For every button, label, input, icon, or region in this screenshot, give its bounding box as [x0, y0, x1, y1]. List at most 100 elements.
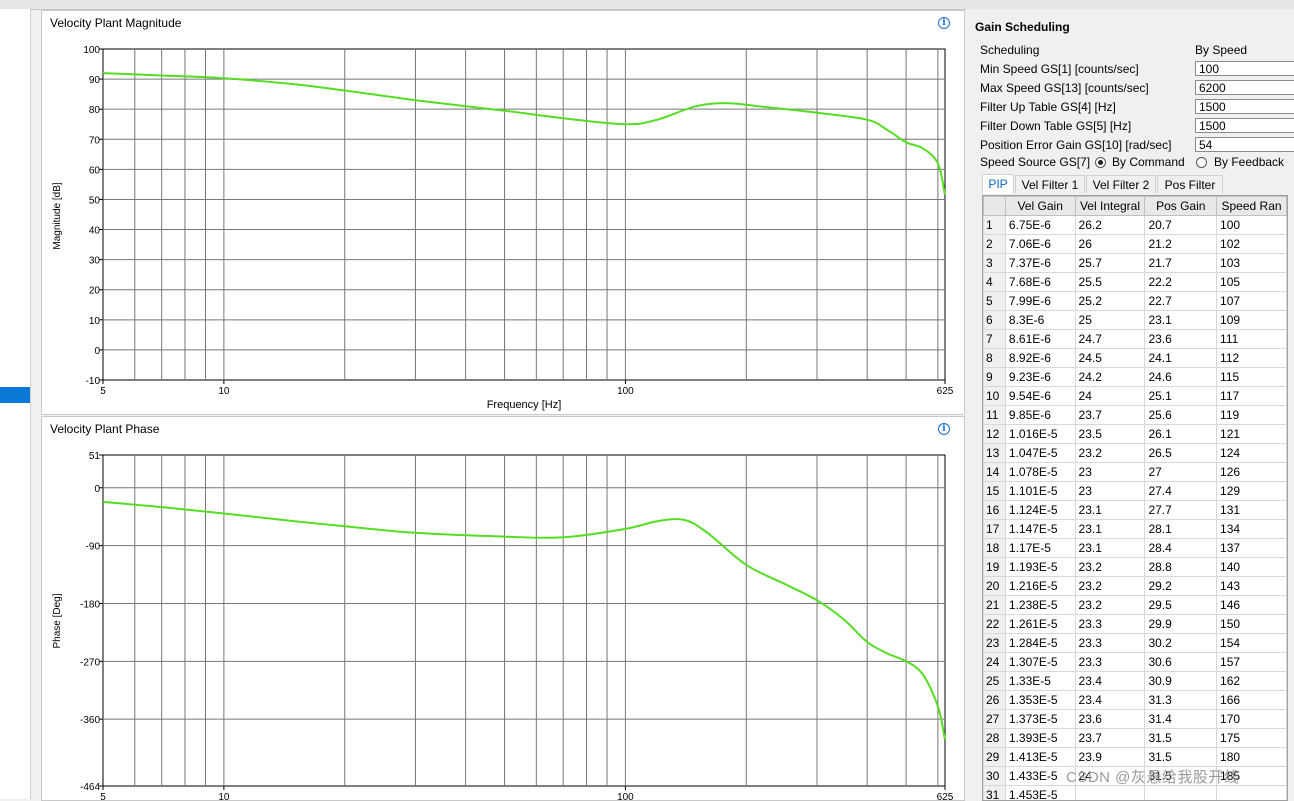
table-cell[interactable]: 23.6 — [1145, 330, 1217, 349]
table-cell[interactable]: 146 — [1217, 596, 1287, 615]
table-cell[interactable]: 119 — [1217, 406, 1287, 425]
table-cell[interactable]: 30.2 — [1145, 634, 1217, 653]
table-cell[interactable]: 29.9 — [1145, 615, 1217, 634]
table-cell[interactable]: 21.7 — [1145, 254, 1217, 273]
table-row[interactable]: 141.078E-52327126 — [984, 463, 1287, 482]
max-speed-input[interactable]: 6200 — [1195, 80, 1294, 95]
table-cell[interactable]: 31.3 — [1145, 691, 1217, 710]
table-cell[interactable]: 8.61E-6 — [1005, 330, 1075, 349]
table-row[interactable]: 201.216E-523.229.2143 — [984, 577, 1287, 596]
tab-pip[interactable]: PIP — [982, 174, 1014, 194]
table-row[interactable]: 251.33E-523.430.9162 — [984, 672, 1287, 691]
table-row[interactable]: 161.124E-523.127.7131 — [984, 501, 1287, 520]
table-cell[interactable]: 1.147E-5 — [1005, 520, 1075, 539]
table-cell[interactable]: 24.2 — [1075, 368, 1145, 387]
table-cell[interactable]: 1.393E-5 — [1005, 729, 1075, 748]
table-cell[interactable]: 1.261E-5 — [1005, 615, 1075, 634]
table-row[interactable]: 37.37E-625.721.7103 — [984, 254, 1287, 273]
table-cell[interactable]: 26.2 — [1075, 216, 1145, 235]
table-row[interactable]: 191.193E-523.228.8140 — [984, 558, 1287, 577]
table-cell[interactable]: 124 — [1217, 444, 1287, 463]
table-cell[interactable]: 27 — [1145, 463, 1217, 482]
table-cell[interactable]: 162 — [1217, 672, 1287, 691]
table-cell[interactable]: 8.3E-6 — [1005, 311, 1075, 330]
table-cell[interactable]: 23.1 — [1075, 501, 1145, 520]
table-cell[interactable]: 7.99E-6 — [1005, 292, 1075, 311]
left-nav-selected-item[interactable] — [0, 387, 30, 403]
table-cell[interactable]: 166 — [1217, 691, 1287, 710]
table-cell[interactable]: 175 — [1217, 729, 1287, 748]
column-header-vel-integral[interactable]: Vel Integral — [1075, 197, 1145, 216]
by-feedback-radio[interactable] — [1196, 157, 1207, 168]
scheduling-value[interactable]: By Speed — [1195, 43, 1247, 57]
filter-down-input[interactable]: 1500 — [1195, 118, 1294, 133]
table-cell[interactable]: 1.33E-5 — [1005, 672, 1075, 691]
table-cell[interactable]: 126 — [1217, 463, 1287, 482]
table-cell[interactable]: 23.2 — [1075, 444, 1145, 463]
table-cell[interactable]: 111 — [1217, 330, 1287, 349]
table-cell[interactable]: 23.5 — [1075, 425, 1145, 444]
tab-vel-filter-1[interactable]: Vel Filter 1 — [1015, 175, 1085, 193]
table-row[interactable]: 171.147E-523.128.1134 — [984, 520, 1287, 539]
table-cell[interactable]: 129 — [1217, 482, 1287, 501]
table-row[interactable]: 16.75E-626.220.7100 — [984, 216, 1287, 235]
by-command-label[interactable]: By Command — [1112, 155, 1185, 169]
table-cell[interactable]: 150 — [1217, 615, 1287, 634]
table-cell[interactable]: 1.284E-5 — [1005, 634, 1075, 653]
table-cell[interactable]: 30.9 — [1145, 672, 1217, 691]
table-cell[interactable]: 23.4 — [1075, 691, 1145, 710]
table-cell[interactable]: 24.6 — [1145, 368, 1217, 387]
table-row[interactable]: 231.284E-523.330.2154 — [984, 634, 1287, 653]
table-cell[interactable]: 1.307E-5 — [1005, 653, 1075, 672]
table-cell[interactable]: 23.1 — [1075, 520, 1145, 539]
table-cell[interactable]: 23.3 — [1075, 634, 1145, 653]
table-cell[interactable]: 140 — [1217, 558, 1287, 577]
table-cell[interactable]: 1.101E-5 — [1005, 482, 1075, 501]
table-cell[interactable]: 1.216E-5 — [1005, 577, 1075, 596]
table-cell[interactable]: 23.2 — [1075, 558, 1145, 577]
table-cell[interactable]: 1.373E-5 — [1005, 710, 1075, 729]
table-cell[interactable]: 26 — [1075, 235, 1145, 254]
table-cell[interactable]: 24.5 — [1075, 349, 1145, 368]
table-cell[interactable]: 27.7 — [1145, 501, 1217, 520]
table-cell[interactable]: 9.85E-6 — [1005, 406, 1075, 425]
table-cell[interactable]: 1.17E-5 — [1005, 539, 1075, 558]
pip-gain-table[interactable]: Vel Gain Vel Integral Pos Gain Speed Ran… — [982, 195, 1288, 801]
by-command-radio[interactable] — [1095, 157, 1106, 168]
table-cell[interactable]: 180 — [1217, 748, 1287, 767]
table-row[interactable]: 151.101E-52327.4129 — [984, 482, 1287, 501]
table-cell[interactable]: 143 — [1217, 577, 1287, 596]
table-cell[interactable]: 31.5 — [1145, 748, 1217, 767]
table-cell[interactable]: 23.1 — [1075, 539, 1145, 558]
table-cell[interactable]: 7.37E-6 — [1005, 254, 1075, 273]
table-row[interactable]: 281.393E-523.731.5175 — [984, 729, 1287, 748]
table-row[interactable]: 68.3E-62523.1109 — [984, 311, 1287, 330]
tab-pos-filter[interactable]: Pos Filter — [1157, 175, 1223, 193]
table-cell[interactable]: 21.2 — [1145, 235, 1217, 254]
min-speed-input[interactable]: 100 — [1195, 61, 1294, 76]
table-cell[interactable]: 23.4 — [1075, 672, 1145, 691]
table-cell[interactable]: 26.5 — [1145, 444, 1217, 463]
table-cell[interactable]: 25 — [1075, 311, 1145, 330]
table-cell[interactable]: 154 — [1217, 634, 1287, 653]
table-cell[interactable]: 25.7 — [1075, 254, 1145, 273]
table-cell[interactable]: 25.1 — [1145, 387, 1217, 406]
by-feedback-label[interactable]: By Feedback — [1214, 155, 1284, 169]
table-cell[interactable]: 22.7 — [1145, 292, 1217, 311]
table-cell[interactable]: 24.1 — [1145, 349, 1217, 368]
table-cell[interactable]: 29.5 — [1145, 596, 1217, 615]
table-cell[interactable]: 1.078E-5 — [1005, 463, 1075, 482]
table-row[interactable]: 221.261E-523.329.9150 — [984, 615, 1287, 634]
table-row[interactable]: 271.373E-523.631.4170 — [984, 710, 1287, 729]
table-cell[interactable]: 107 — [1217, 292, 1287, 311]
table-cell[interactable]: 28.1 — [1145, 520, 1217, 539]
table-cell[interactable]: 102 — [1217, 235, 1287, 254]
table-cell[interactable]: 157 — [1217, 653, 1287, 672]
column-header-speed-range[interactable]: Speed Ran — [1217, 197, 1287, 216]
table-cell[interactable]: 1.016E-5 — [1005, 425, 1075, 444]
table-cell[interactable]: 25.6 — [1145, 406, 1217, 425]
table-cell[interactable]: 1.353E-5 — [1005, 691, 1075, 710]
table-cell[interactable]: 1.238E-5 — [1005, 596, 1075, 615]
table-cell[interactable]: 1.433E-5 — [1005, 767, 1075, 786]
table-cell[interactable]: 24 — [1075, 387, 1145, 406]
